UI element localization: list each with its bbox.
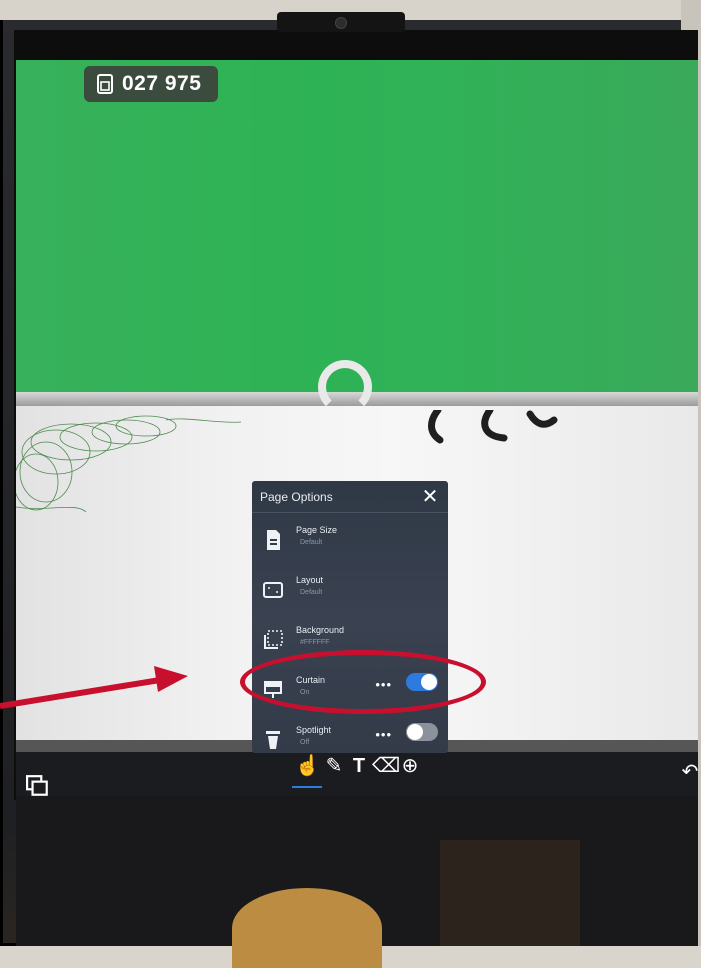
option-layout[interactable]: Layout Default bbox=[252, 575, 448, 617]
option-value: Default bbox=[300, 539, 323, 546]
person-head bbox=[232, 888, 382, 968]
eraser-icon[interactable]: ⌫ bbox=[372, 754, 400, 778]
page-size-icon bbox=[267, 530, 280, 550]
more-icon[interactable]: ••• bbox=[375, 727, 392, 742]
camera-lens bbox=[335, 17, 347, 29]
session-code: 027 975 bbox=[122, 72, 202, 95]
stand bbox=[440, 840, 580, 946]
device-icon bbox=[97, 74, 113, 94]
session-code-badge: 027 975 bbox=[84, 66, 218, 102]
option-page-size[interactable]: Page Size Default bbox=[252, 525, 448, 567]
option-label: Spotlight bbox=[296, 725, 332, 735]
board-handwriting bbox=[428, 410, 558, 444]
highlight-circle bbox=[240, 650, 486, 714]
panel-title: Page Options bbox=[260, 489, 333, 504]
text-icon[interactable]: T bbox=[347, 754, 371, 778]
undo-icon[interactable]: ↶ bbox=[678, 760, 701, 784]
layout-icon bbox=[263, 582, 283, 598]
pen-icon[interactable]: ✎ bbox=[322, 754, 346, 778]
close-icon[interactable]: ✕ bbox=[420, 487, 440, 507]
option-spotlight[interactable]: Spotlight Off ••• bbox=[252, 723, 448, 753]
spotlight-icon bbox=[266, 731, 280, 749]
bottom-toolbar: ☝ ✎ T ⌫ ⊕ ↶ bbox=[16, 752, 698, 796]
active-tool-indicator bbox=[292, 786, 322, 788]
option-value: Off bbox=[300, 739, 310, 746]
option-label: Layout bbox=[296, 575, 324, 585]
background-icon bbox=[264, 630, 283, 649]
option-value: Default bbox=[300, 589, 323, 596]
toggle-knob bbox=[407, 724, 423, 740]
spotlight-toggle[interactable] bbox=[406, 723, 438, 741]
add-icon[interactable]: ⊕ bbox=[398, 754, 422, 778]
curtain-overlay[interactable] bbox=[16, 60, 698, 394]
option-label: Background bbox=[296, 625, 345, 635]
panel-header: Page Options ✕ bbox=[252, 481, 448, 513]
pen-drawing bbox=[16, 415, 242, 513]
hand-select-icon[interactable]: ☝ bbox=[295, 754, 320, 778]
pages-icon[interactable] bbox=[26, 774, 50, 798]
option-label: Page Size bbox=[296, 525, 338, 535]
option-value: #FFFFFF bbox=[300, 639, 330, 646]
webcam bbox=[277, 12, 405, 32]
